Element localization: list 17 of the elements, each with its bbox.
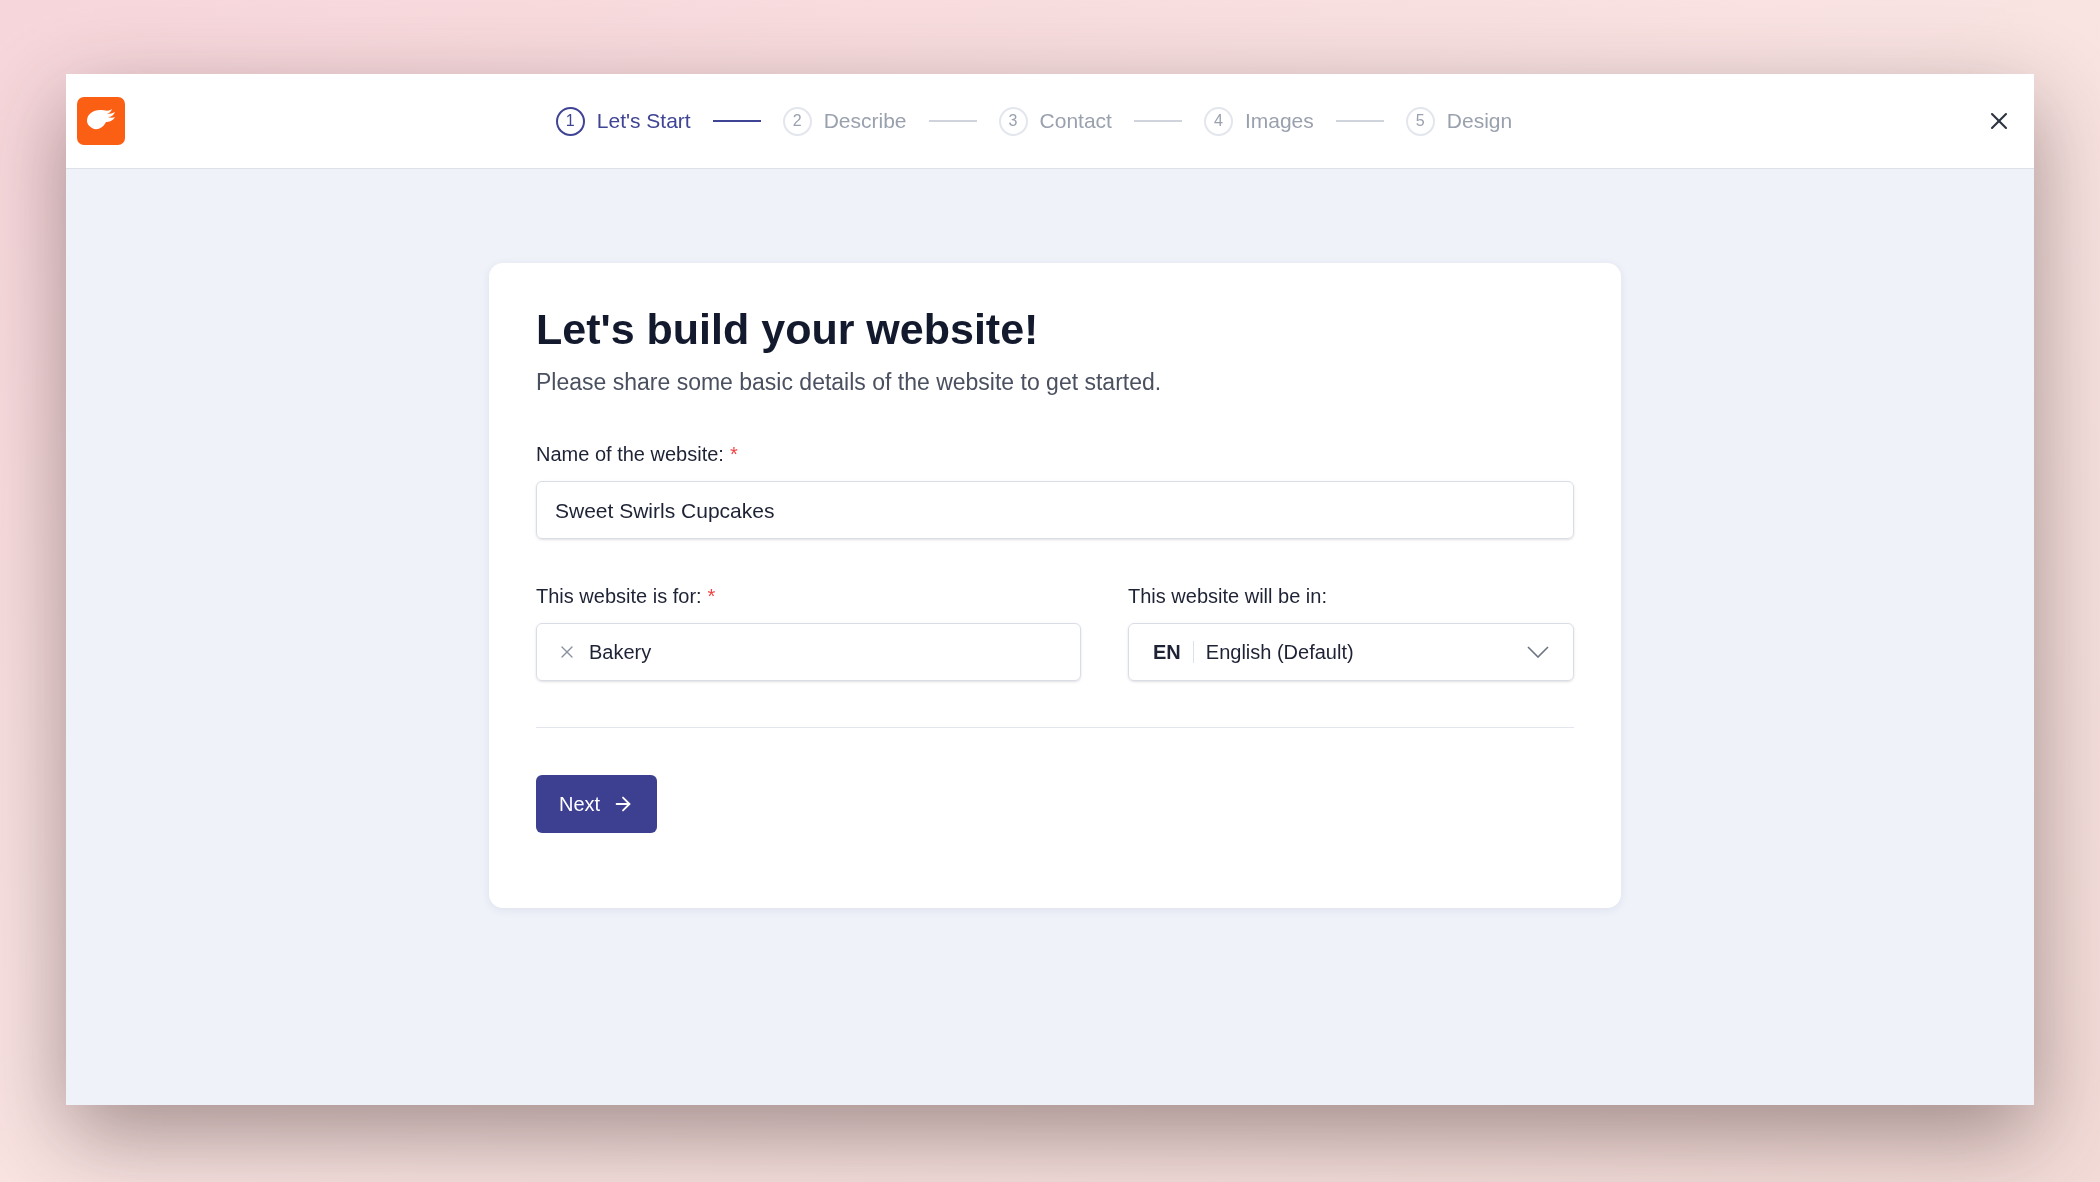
card-title: Let's build your website! bbox=[536, 304, 1040, 355]
field-label: This website will be in: bbox=[1128, 584, 1327, 610]
website-name-field[interactable]: Sweet Swirls Cupcakes bbox=[536, 481, 1574, 540]
field-label: This website is for: bbox=[536, 584, 702, 610]
required-mark: * bbox=[707, 584, 716, 610]
language-select[interactable]: EN English (Default) bbox=[1128, 623, 1574, 682]
category-field[interactable]: Bakery bbox=[536, 623, 1081, 682]
category-value: Bakery bbox=[589, 640, 652, 666]
field-label: Name of the website: bbox=[536, 442, 724, 468]
next-button[interactable]: Next bbox=[536, 775, 658, 834]
language-value: English (Default) bbox=[1205, 640, 1355, 666]
language-code: EN bbox=[1153, 640, 1181, 666]
step-tab[interactable]: 1 Let's Start bbox=[555, 105, 691, 137]
chevron-down-icon bbox=[1527, 646, 1549, 659]
logo-icon bbox=[77, 97, 125, 145]
required-mark: * bbox=[729, 442, 738, 468]
card-subtitle: Please share some basic details of the website to get started. bbox=[536, 367, 1163, 397]
